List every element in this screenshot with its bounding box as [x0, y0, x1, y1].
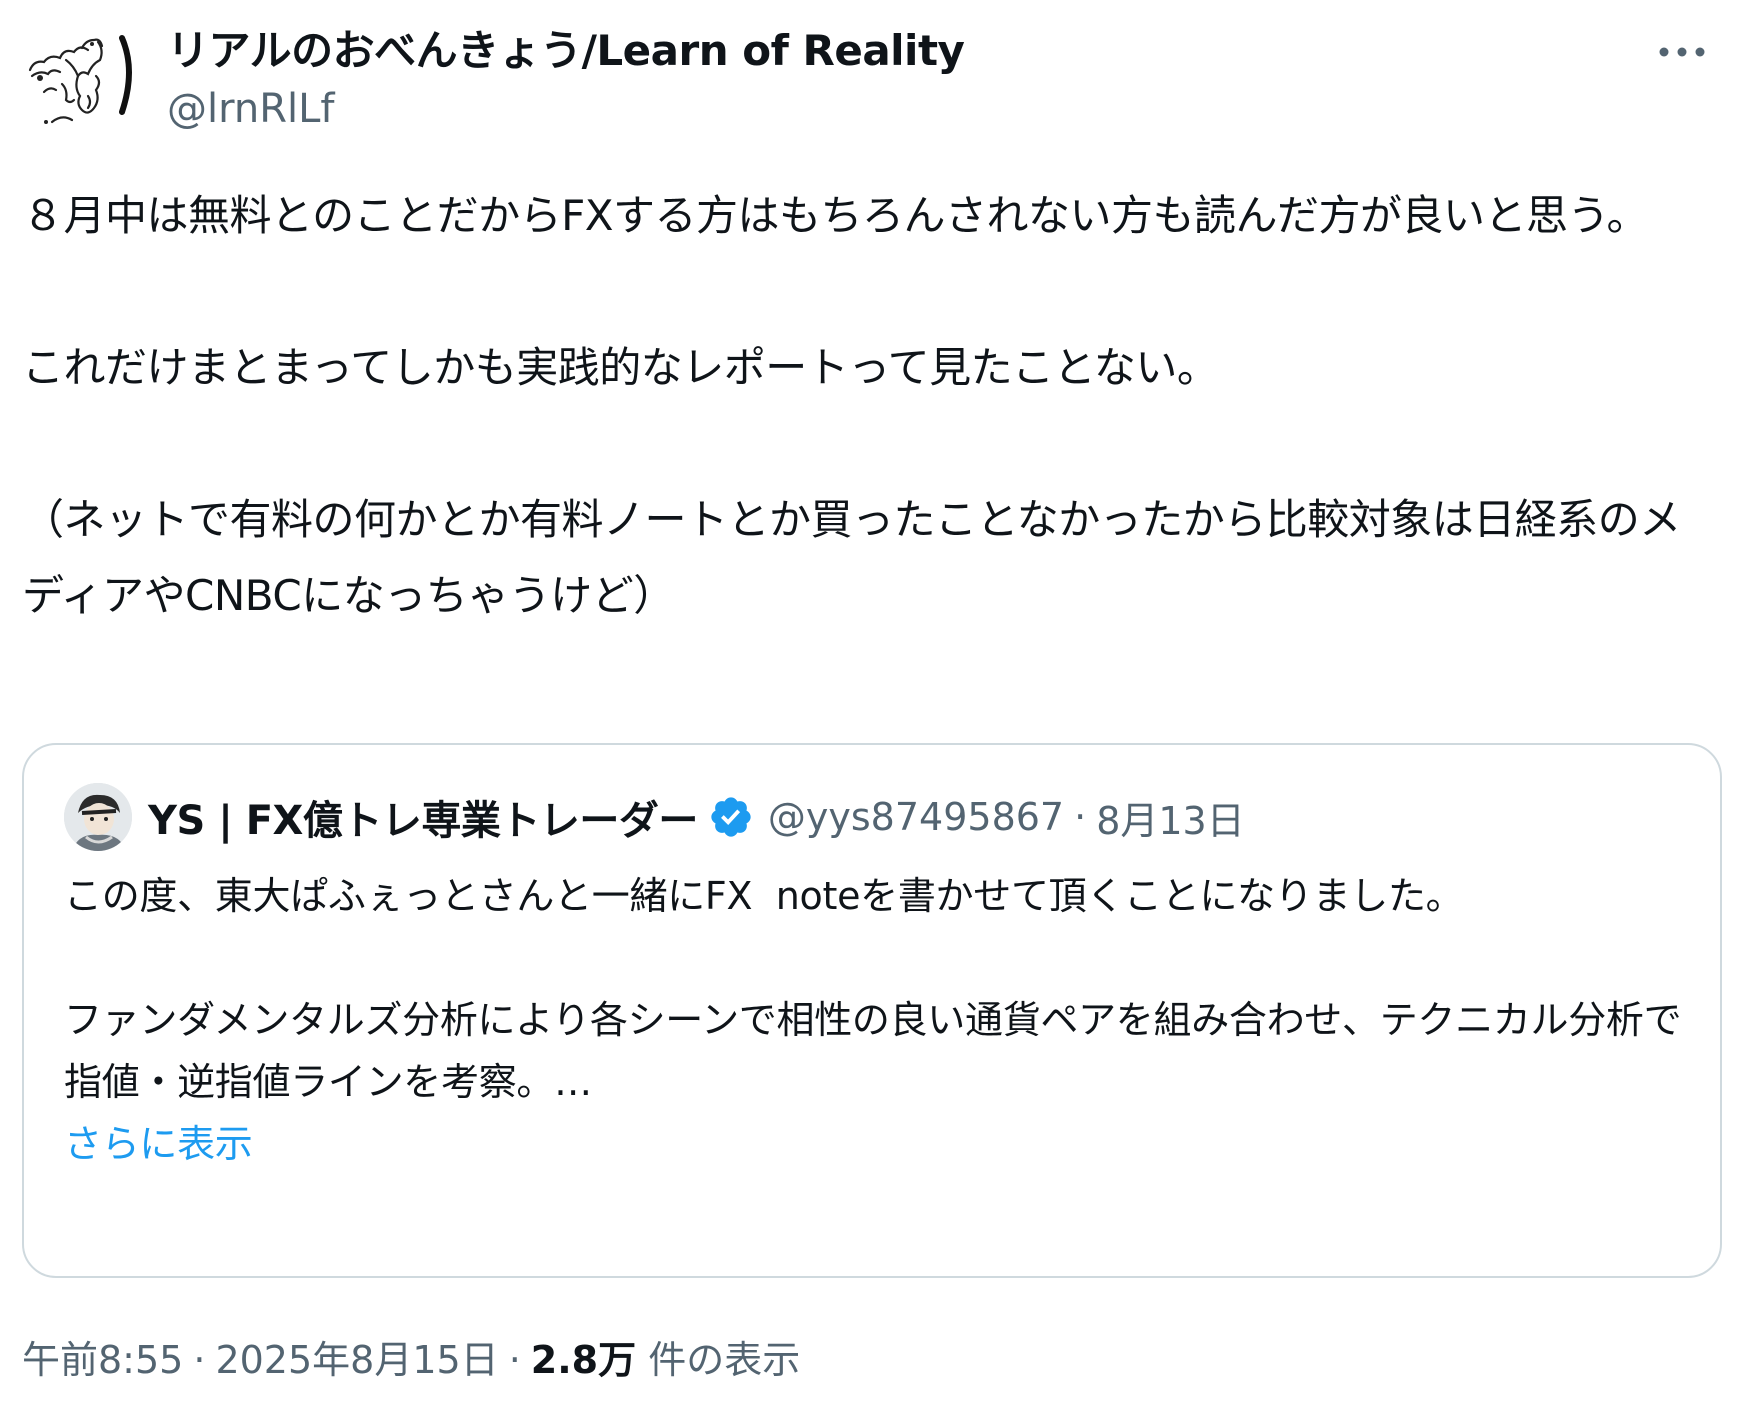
separator-dot: · [508, 1338, 521, 1382]
author-display-name[interactable]: リアルのおべんきょう/Learn of Reality [167, 22, 965, 80]
quoted-author-display-name[interactable]: YS | FX億トレ専業トレーダー [148, 788, 698, 846]
tweet-header: リアルのおべんきょう/Learn of Reality @lrnRlLf [22, 22, 1712, 132]
more-horizontal-icon [1659, 47, 1705, 57]
separator-dot: · [1074, 795, 1087, 839]
tweet-paragraph: （ネットで有料の何かとか有料ノートとか買ったことなかったから比較対象は日経系のメ… [22, 495, 1681, 620]
quoted-tweet-date[interactable]: 8月13日 [1096, 790, 1245, 845]
more-button[interactable] [1652, 32, 1712, 72]
quoted-tweet-header: YS | FX億トレ専業トレーダー @yys87495867 · 8月13日 [64, 781, 1245, 853]
views-label: 件の表示 [648, 1338, 801, 1382]
bird-sketch-avatar-icon[interactable] [22, 30, 142, 140]
quoted-author-avatar[interactable] [64, 783, 132, 851]
show-more-link[interactable]: さらに表示 [64, 1113, 253, 1175]
quoted-tweet-text: この度、東大ぱふぇっとさんと一緒にFX noteを書かせて頂くことになりました。… [64, 865, 1694, 1175]
tweet-text: ８月中は無料とのことだからFXする方はもちろんされない方も読んだ方が良いと思う。… [22, 178, 1717, 634]
tweet-date[interactable]: 2025年8月15日 [215, 1338, 498, 1382]
tweet-meta: 午前8:55 · 2025年8月15日 · 2.8万 件の表示 [22, 1330, 800, 1390]
quoted-paragraph: ファンダメンタルズ分析により各シーンで相性の良い通貨ペアを組み合わせ、テクニカル… [64, 998, 1682, 1104]
tweet-paragraph: ８月中は無料とのことだからFXする方はもちろんされない方も読んだ方が良いと思う。 [22, 191, 1649, 240]
verified-badge-icon [711, 797, 751, 837]
quoted-paragraph: この度、東大ぱふぇっとさんと一緒にFX noteを書かせて頂くことになりました。 [64, 874, 1464, 918]
author-handle[interactable]: @lrnRlLf [167, 80, 964, 138]
quoted-author-handle[interactable]: @yys87495867 [768, 795, 1064, 839]
views-count: 2.8万 [530, 1338, 637, 1382]
separator-dot: · [193, 1338, 206, 1382]
tweet: リアルのおべんきょう/Learn of Reality @lrnRlLf ８月中… [0, 0, 1737, 1415]
author-names: リアルのおべんきょう/Learn of Reality @lrnRlLf [167, 22, 965, 138]
tweet-paragraph: これだけまとまってしかも実践的なレポートって見たことない。 [22, 343, 1219, 392]
quoted-tweet[interactable]: YS | FX億トレ専業トレーダー @yys87495867 · 8月13日 こ… [22, 743, 1722, 1278]
tweet-time[interactable]: 午前8:55 [22, 1338, 183, 1382]
